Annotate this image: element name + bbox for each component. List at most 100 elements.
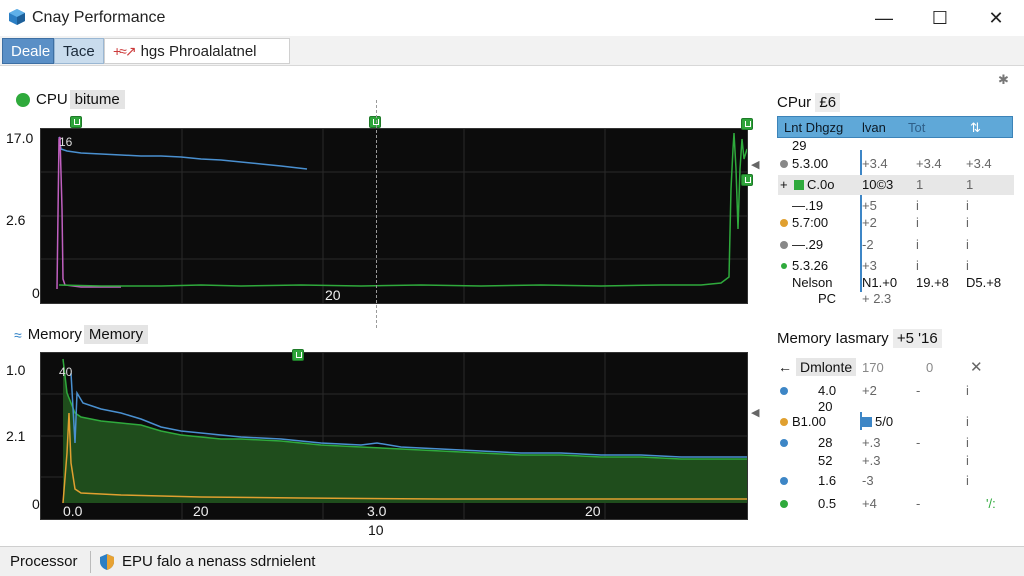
- cpu-label: CPU: [36, 91, 68, 108]
- cpu-row-c1: + 2.3: [862, 291, 892, 306]
- cpu-marker-right-lower[interactable]: [741, 174, 753, 186]
- memory-col-name[interactable]: ← Dmlonte: [778, 358, 857, 376]
- cpu-marker-right[interactable]: [741, 118, 753, 130]
- cpu-row[interactable]: 5.7:00 +2 i i: [778, 213, 1014, 233]
- cpu-row[interactable]: PC + 2.3: [778, 289, 1014, 309]
- maximize-button[interactable]: ☐: [914, 0, 966, 36]
- cpu-panel-title-text: CPur: [777, 94, 812, 111]
- memory-chart[interactable]: 40 0.0 20 3.0 20: [40, 352, 748, 520]
- memory-row-value: 0.5: [818, 496, 837, 511]
- cpu-row-c2: 19.+8: [916, 275, 949, 290]
- memory-row-value: 28: [818, 435, 833, 450]
- cpu-row-c2: 1: [916, 177, 924, 192]
- tab-strip: Deale Tace +≈↗ hgs Phroalalatnel: [0, 36, 1024, 66]
- cpu-y-tick-top: 17.0: [6, 130, 34, 146]
- memory-row-c1: +2: [862, 383, 877, 398]
- memory-row-c1: -3: [862, 473, 874, 488]
- cpu-y-tick-zero: 0: [32, 285, 40, 301]
- collapse-arrow-icon[interactable]: ◀: [751, 406, 759, 419]
- memory-row-c3: i: [966, 435, 969, 450]
- cpu-row-value: 29: [792, 138, 807, 153]
- cpu-marker-mid[interactable]: [369, 116, 381, 128]
- cpu-row-c3: 1: [966, 177, 974, 192]
- cpu-row-c1: +3: [862, 258, 877, 273]
- cpu-top-note: 16: [59, 135, 73, 149]
- cpu-row-c1: +2: [862, 215, 877, 230]
- cpu-row-c3: D5.+8: [966, 275, 1002, 290]
- memory-row[interactable]: 1.6 -3 i: [778, 471, 1014, 491]
- time-cursor[interactable]: [376, 100, 377, 328]
- cpu-col-name[interactable]: Lnt Dhgzg: [784, 120, 843, 135]
- memory-row-value: 1.6: [818, 473, 837, 488]
- memory-row-c3: i: [966, 383, 969, 398]
- cpu-row-c2: i: [916, 258, 919, 273]
- cpu-row-c2: i: [916, 237, 919, 252]
- cpu-chart[interactable]: 16 20: [40, 128, 748, 304]
- row-bullet-icon: [781, 263, 787, 269]
- cpu-row-c1: 10©3: [862, 177, 894, 192]
- cpu-chart-plot: [41, 129, 747, 303]
- memory-row[interactable]: 28 +.3 - i: [778, 433, 1014, 453]
- cpu-section-label: CPU bitume: [16, 90, 125, 109]
- memory-row[interactable]: B1.00 5/0 i: [778, 412, 1014, 432]
- status-processor[interactable]: Processor: [10, 553, 78, 570]
- cpu-panel-header[interactable]: Lnt Dhgzg lvan Tot ⇅: [777, 116, 1013, 138]
- row-bullet-icon: [780, 241, 788, 249]
- cpu-row-value: Nelson: [792, 275, 833, 290]
- tab-processes[interactable]: +≈↗ hgs Phroalalatnel: [104, 38, 290, 64]
- cpu-row-c3: i: [966, 258, 969, 273]
- tab-label: Deale: [11, 42, 51, 60]
- memory-col-1[interactable]: 170: [862, 360, 884, 375]
- cpu-row[interactable]: 29: [778, 136, 1014, 156]
- minimize-button[interactable]: —: [858, 0, 910, 36]
- memory-row-c3: i: [966, 414, 969, 429]
- memory-row[interactable]: 0.5 +4 - '/:: [778, 494, 1014, 514]
- cpu-marker-left[interactable]: [70, 116, 82, 128]
- collapse-arrow-icon[interactable]: ◀: [751, 158, 759, 171]
- cpu-row-value: C.0o: [807, 177, 835, 192]
- memory-panel-title: Memory Iasmary +5 '16: [777, 329, 942, 348]
- row-bullet-icon: [780, 387, 788, 395]
- memory-panel-header[interactable]: ← Dmlonte 170 0 ✕: [778, 357, 1014, 379]
- memory-label: Memory: [27, 326, 82, 343]
- back-arrow-icon[interactable]: ←: [778, 359, 792, 375]
- cpu-row[interactable]: 5.3.00 +3.4 +3.4 +3.4: [778, 154, 1014, 174]
- cpu-status-icon: [16, 92, 30, 107]
- memory-row-c2: -: [916, 383, 921, 398]
- process-icon: +≈↗: [113, 42, 137, 59]
- sort-icon[interactable]: ⇅: [970, 120, 981, 136]
- memory-y-tick-zero: 0: [32, 496, 40, 512]
- cpu-row-selected[interactable]: + C.0o 10©3 1 1: [778, 175, 1014, 195]
- shield-icon: [100, 554, 114, 570]
- expand-icon[interactable]: +: [780, 177, 788, 192]
- memory-panel-title-rest: Iasmary: [835, 330, 889, 347]
- cpu-row-c2: i: [916, 215, 919, 230]
- memory-row-c1-value: 5/0: [875, 414, 894, 429]
- cpu-col-level[interactable]: lvan: [862, 120, 886, 135]
- cpu-row-c1: +3.4: [862, 156, 888, 171]
- close-button[interactable]: ✕: [970, 0, 1022, 36]
- memory-section-label: ≈ Memory Memory: [14, 325, 149, 344]
- cpu-row-c1: -2: [862, 237, 874, 252]
- cpu-panel-title: CPur £6: [777, 93, 841, 112]
- tab-deale[interactable]: Deale: [2, 38, 54, 64]
- memory-marker[interactable]: [292, 349, 304, 361]
- cpu-row-c3: i: [966, 198, 969, 213]
- memory-close-icon[interactable]: ✕: [970, 358, 983, 376]
- memory-row-value: 4.0: [818, 383, 837, 398]
- tab-tace[interactable]: Tace: [54, 38, 104, 64]
- cpu-col-total[interactable]: Tot: [908, 120, 925, 135]
- row-bullet-icon: [780, 219, 788, 227]
- cpu-row-c1: N1.+0: [862, 275, 898, 290]
- memory-row[interactable]: 52 +.3 i: [778, 451, 1014, 471]
- cpu-row-value: PC: [818, 291, 837, 306]
- memory-col-name-label: Dmlonte: [796, 358, 857, 376]
- memory-y-tick-mid: 2.1: [6, 428, 26, 444]
- cpu-row-value: 5.3.00: [792, 156, 829, 171]
- cpu-row[interactable]: —.29 -2 i i: [778, 235, 1014, 255]
- memory-col-2[interactable]: 0: [926, 360, 933, 375]
- memory-icon: ≈: [14, 326, 22, 343]
- memory-label-highlight: Memory: [83, 325, 149, 344]
- memory-row-c3: i: [966, 453, 969, 468]
- pin-icon[interactable]: ✱: [998, 72, 1009, 88]
